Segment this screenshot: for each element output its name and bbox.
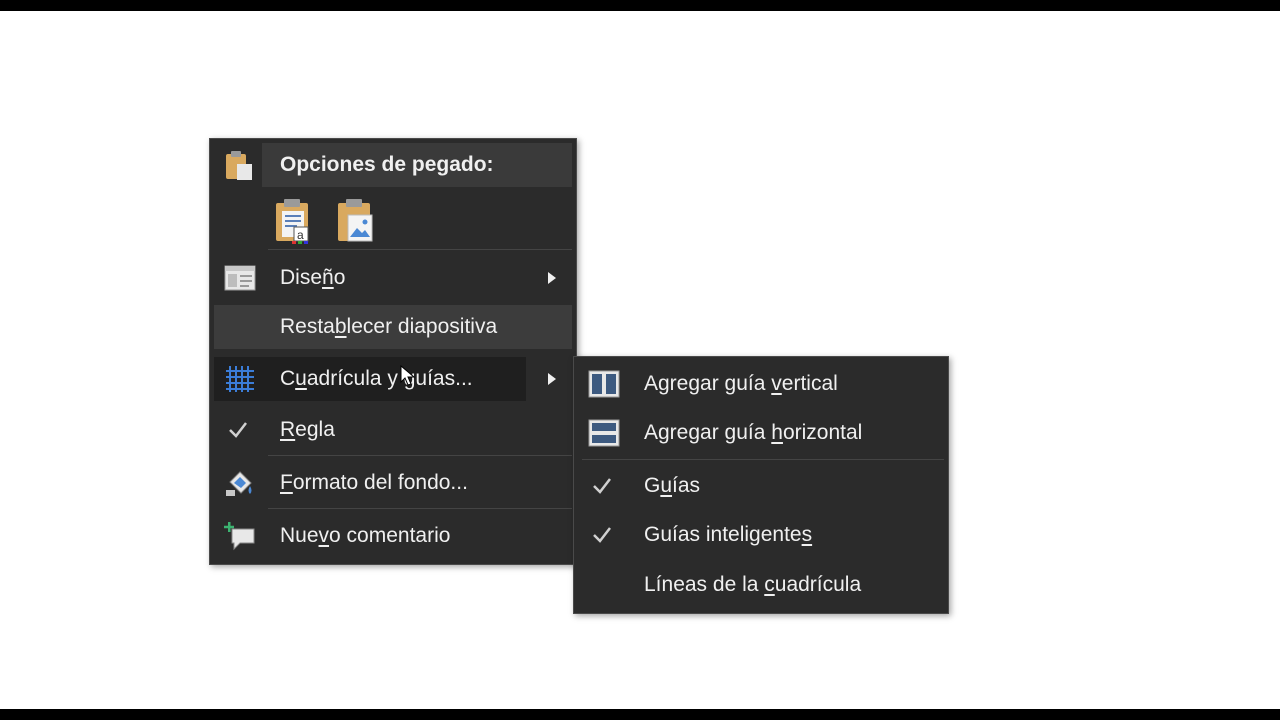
menu-item-layout[interactable]: Diseño (214, 256, 572, 300)
menu-item-label: Diseño (280, 266, 346, 289)
horizontal-guide-icon (588, 418, 620, 448)
checkmark-icon (592, 473, 612, 497)
menu-item-guides[interactable]: Guías (578, 464, 944, 508)
menu-item-label: Guías inteligentes (644, 523, 813, 546)
grid-icon (224, 364, 256, 394)
paste-picture-button[interactable] (334, 195, 380, 245)
submenu-arrow-icon (548, 272, 556, 284)
menu-item-label: Formato del fondo... (280, 471, 468, 494)
separator (268, 455, 572, 456)
vertical-guide-icon (588, 369, 620, 399)
paste-text-icon: a (276, 199, 309, 244)
menu-item-ruler[interactable]: Regla (214, 408, 572, 452)
layout-icon (224, 263, 256, 293)
new-comment-icon (224, 521, 256, 551)
submenu-arrow-icon (548, 373, 556, 385)
menu-item-label: Agregar guía horizontal (644, 421, 863, 444)
separator (268, 508, 572, 509)
svg-text:a: a (297, 228, 304, 242)
menu-item-grid-and-guides[interactable]: Cuadrícula y guías... (214, 357, 526, 401)
menu-item-gridlines[interactable]: Líneas de la cuadrícula (578, 563, 944, 607)
menu-item-format-background[interactable]: Formato del fondo... (214, 461, 572, 505)
mouse-cursor-icon (400, 364, 416, 386)
menu-item-label: Nuevo comentario (280, 524, 451, 547)
menu-item-label: Regla (280, 418, 335, 441)
paste-keep-text-button[interactable]: a (272, 195, 318, 245)
menu-item-reset-slide[interactable]: Restablecer diapositiva (214, 305, 572, 349)
checkmark-icon (592, 522, 612, 546)
context-menu: Opciones de pegado: a Diseño Restablecer… (209, 138, 577, 565)
menu-item-new-comment[interactable]: Nuevo comentario (214, 514, 572, 558)
paint-bucket-icon (224, 468, 256, 498)
menu-item-label: Restablecer diapositiva (280, 315, 498, 338)
clipboard-icon (222, 149, 256, 183)
menu-item-add-vertical-guide[interactable]: Agregar guía vertical (578, 362, 944, 406)
menu-item-smart-guides[interactable]: Guías inteligentes (578, 513, 944, 557)
paste-picture-icon (338, 199, 373, 242)
letterbox-bottom (0, 709, 1280, 720)
menu-item-label: Agregar guía vertical (644, 372, 838, 395)
menu-item-label: Cuadrícula y guías... (280, 367, 473, 390)
paste-options-header: Opciones de pegado: (262, 143, 572, 187)
menu-item-add-horizontal-guide[interactable]: Agregar guía horizontal (578, 411, 944, 455)
separator (268, 249, 572, 250)
letterbox-top (0, 0, 1280, 11)
menu-item-label: Guías (644, 474, 701, 497)
checkmark-icon (228, 417, 248, 441)
separator (582, 459, 944, 460)
paste-options-label: Opciones de pegado: (280, 153, 494, 176)
menu-item-label: Líneas de la cuadrícula (644, 573, 862, 596)
grid-guides-submenu: Agregar guía vertical Agregar guía horiz… (573, 356, 949, 614)
